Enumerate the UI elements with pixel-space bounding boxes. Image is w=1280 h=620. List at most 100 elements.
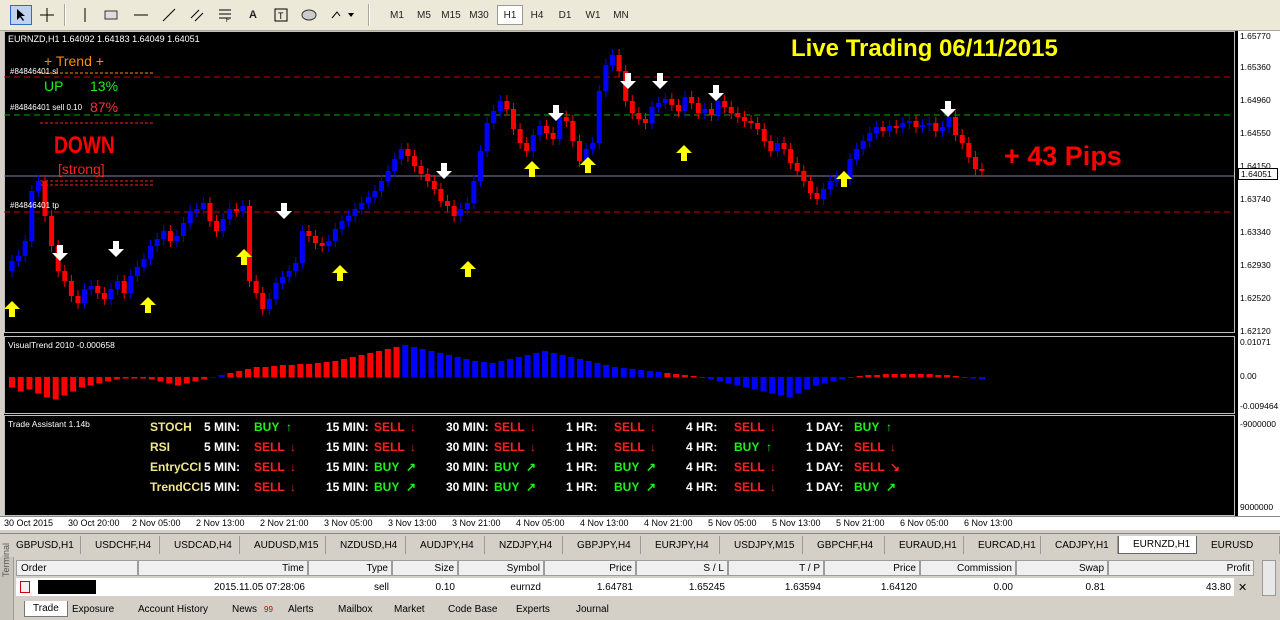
order-cell-tp[interactable]: 1.63594 [728, 578, 824, 596]
column-header[interactable]: Swap [1016, 560, 1108, 576]
symbol-tab[interactable]: NZDUSD,H4 [326, 536, 406, 554]
terminal-scrollbar[interactable] [1262, 560, 1276, 596]
order-cell-price_now[interactable]: 1.64120 [824, 578, 920, 596]
horizontal-line-icon[interactable] [130, 5, 152, 25]
column-header[interactable]: Price [544, 560, 636, 576]
timeframe-m30-button[interactable]: M30 [466, 5, 492, 25]
indicator-bar [935, 375, 942, 378]
sell-line-label: #84846401 sell 0.10 [10, 103, 83, 112]
label-icon[interactable]: T [270, 5, 292, 25]
signal-arrow-icon: ↑ [766, 440, 772, 454]
rectangle-icon[interactable] [100, 5, 122, 25]
column-header[interactable]: T / P [728, 560, 824, 576]
symbol-tab[interactable]: EURJPY,H4 [641, 536, 720, 554]
column-header[interactable]: Profit [1108, 560, 1254, 576]
timeframe-h1-button[interactable]: H1 [497, 5, 523, 25]
period-label: 1 HR: [566, 440, 598, 454]
candle-body [801, 171, 807, 181]
order-cell-size[interactable]: 0.10 [392, 578, 458, 596]
symbol-tab[interactable]: EURAUD,H1 [885, 536, 964, 554]
indicator-bar [227, 373, 234, 378]
order-cell-type[interactable]: sell [308, 578, 392, 596]
order-cell-swap[interactable]: 0.81 [1016, 578, 1108, 596]
timeframe-h4-button[interactable]: H4 [524, 5, 550, 25]
symbol-tab[interactable]: AUDUSD,M15 [240, 536, 326, 554]
terminal-tab-mailbox[interactable]: Mailbox [338, 601, 372, 617]
symbol-tab[interactable]: EURCAD,H1 [964, 536, 1041, 554]
column-header[interactable]: Price [824, 560, 920, 576]
crosshair-icon[interactable] [36, 5, 58, 25]
symbol-tab[interactable]: GBPJPY,H4 [563, 536, 641, 554]
candle-body [913, 121, 919, 127]
symbol-tab[interactable]: GBPUSD,H1 [2, 536, 81, 554]
candle-body [768, 141, 774, 151]
order-cell-sl[interactable]: 1.65245 [636, 578, 728, 596]
timeframe-w1-button[interactable]: W1 [580, 5, 606, 25]
column-header[interactable]: Commission [920, 560, 1016, 576]
candle-body [260, 293, 266, 309]
terminal-tab-trade[interactable]: Trade [24, 601, 68, 617]
terminal-tab-exposure[interactable]: Exposure [72, 601, 114, 617]
sell-signal-arrow [276, 203, 292, 219]
fibonacci-icon[interactable]: F [214, 5, 236, 25]
candle-body [543, 126, 549, 133]
indicator-bar [751, 377, 758, 390]
column-header[interactable]: Order [16, 560, 138, 576]
symbol-tab[interactable]: USDCHF,H4 [81, 536, 160, 554]
symbol-tab[interactable]: CADJPY,H1 [1041, 536, 1118, 554]
terminal-tab-news[interactable]: News [232, 601, 257, 617]
column-header[interactable]: Type [308, 560, 392, 576]
candle-body [629, 101, 635, 113]
column-header[interactable]: Symbol [458, 560, 544, 576]
order-cell-profit[interactable]: 43.80 [1108, 578, 1234, 596]
order-cell-commission[interactable]: 0.00 [920, 578, 1016, 596]
timeframe-m15-button[interactable]: M15 [438, 5, 464, 25]
indicator-bar [944, 375, 951, 378]
terminal-tab-journal[interactable]: Journal [576, 601, 609, 617]
symbol-tab[interactable]: EURUSD [1197, 536, 1280, 554]
terminal-tab-experts[interactable]: Experts [516, 601, 550, 617]
symbol-tab[interactable]: EURNZD,H1 [1118, 536, 1197, 554]
symbol-tab[interactable]: NZDJPY,H4 [485, 536, 563, 554]
symbol-tab[interactable]: USDJPY,M15 [720, 536, 803, 554]
channel-icon[interactable] [186, 5, 208, 25]
signal-arrow-icon: ↗ [526, 460, 537, 474]
indicator-bar [646, 371, 653, 378]
terminal-tab-alerts[interactable]: Alerts [288, 601, 314, 617]
terminal-tab-account-history[interactable]: Account History [138, 601, 208, 617]
timeframe-mn-button[interactable]: MN [608, 5, 634, 25]
signal-arrow-icon: ↗ [406, 460, 417, 474]
signal-value: SELL [254, 460, 285, 474]
chart-window[interactable]: EURNZD,H1 1.64092 1.64183 1.64049 1.6405… [4, 31, 1280, 530]
candle-body [517, 129, 523, 143]
symbol-tab[interactable]: GBPCHF,H4 [803, 536, 885, 554]
candle-body [299, 231, 305, 263]
time-label: 5 Nov 05:00 [708, 518, 757, 528]
order-cell-price[interactable]: 1.64781 [544, 578, 636, 596]
indicator-bar [140, 377, 147, 379]
column-header[interactable]: Time [138, 560, 308, 576]
vertical-line-icon[interactable] [74, 5, 96, 25]
column-header[interactable]: Size [392, 560, 458, 576]
column-header[interactable]: S / L [636, 560, 728, 576]
arrows-icon[interactable] [328, 5, 358, 25]
cursor-icon[interactable] [10, 5, 32, 25]
indicator-bar [882, 374, 889, 378]
order-cell-symbol[interactable]: eurnzd [458, 578, 544, 596]
candle-body [187, 211, 193, 223]
order-cell-time[interactable]: 2015.11.05 07:28:06 [138, 578, 308, 596]
symbol-tab[interactable]: AUDJPY,H4 [406, 536, 485, 554]
timeframe-m1-button[interactable]: M1 [384, 5, 410, 25]
symbol-tab[interactable]: USDCAD,H4 [160, 536, 240, 554]
terminal-tab-market[interactable]: Market [394, 601, 425, 617]
close-order-icon[interactable]: ✕ [1238, 581, 1247, 594]
timeframe-m5-button[interactable]: M5 [411, 5, 437, 25]
text-icon[interactable]: A [242, 5, 264, 25]
timeframe-d1-button[interactable]: D1 [552, 5, 578, 25]
indicator-bar [970, 377, 977, 379]
candle-body [728, 107, 734, 113]
candle-body [42, 181, 48, 216]
trendline-icon[interactable] [158, 5, 180, 25]
terminal-tab-code-base[interactable]: Code Base [448, 601, 497, 617]
ellipse-icon[interactable] [298, 5, 320, 25]
